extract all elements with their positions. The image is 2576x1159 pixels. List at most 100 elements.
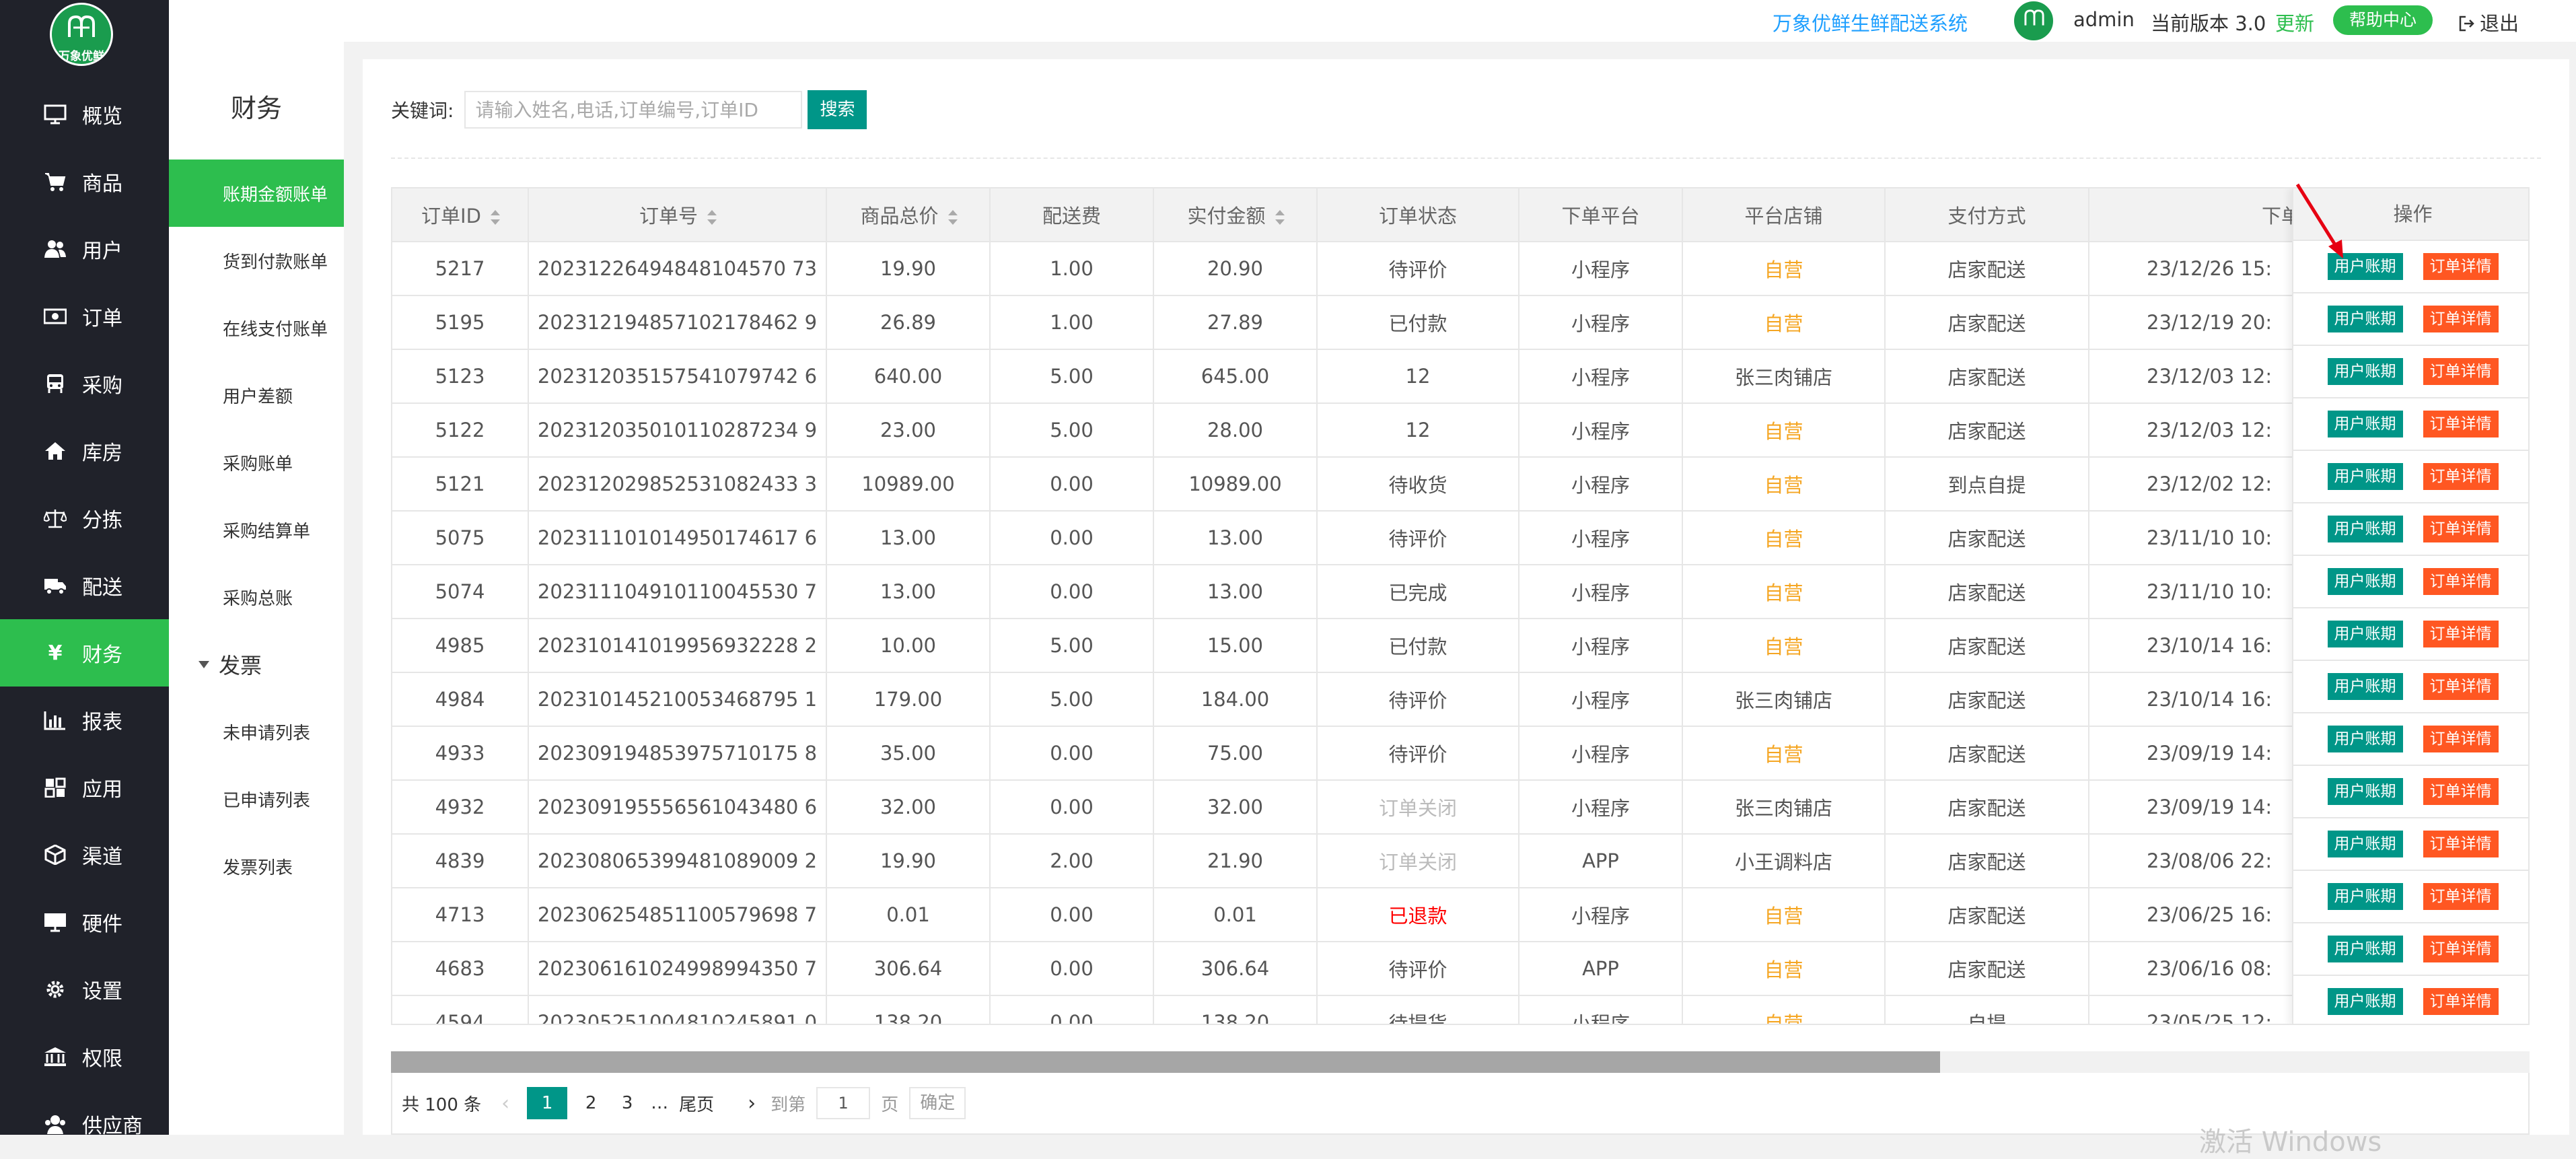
user-account-button[interactable]: 用户账期	[2327, 831, 2403, 857]
nav-item-10[interactable]: 应用	[0, 754, 169, 821]
order-detail-button[interactable]: 订单详情	[2423, 516, 2499, 542]
goto-confirm-button[interactable]: 确定	[909, 1087, 966, 1119]
caret-down-icon	[199, 660, 209, 668]
column-header-5: 订单状态	[1316, 188, 1519, 242]
order-detail-button[interactable]: 订单详情	[2423, 253, 2499, 280]
order-detail-button[interactable]: 订单详情	[2423, 463, 2499, 490]
subnav-item-1[interactable]: 货到付款账单	[169, 227, 344, 294]
nav-item-8[interactable]: ¥ 财务	[0, 619, 169, 687]
cell-store: 自营	[1682, 456, 1886, 512]
nav-item-label: 采购	[82, 374, 122, 398]
update-link[interactable]: 更新	[2275, 8, 2314, 36]
username[interactable]: admin	[2073, 8, 2135, 31]
ops-row: 用户账期 订单详情	[2293, 766, 2528, 818]
page-3-button[interactable]: 3	[614, 1087, 640, 1119]
scrollbar-thumb[interactable]	[391, 1051, 1940, 1073]
search-input[interactable]	[464, 91, 803, 129]
cell-platform: 小程序	[1518, 402, 1683, 458]
nav-item-6[interactable]: 分拣	[0, 485, 169, 552]
column-header-4[interactable]: 实付金额	[1153, 188, 1318, 242]
order-detail-button[interactable]: 订单详情	[2423, 568, 2499, 595]
version-text: 当前版本 3.0	[2151, 12, 2266, 35]
logout-button[interactable]: 退出	[2458, 8, 2519, 36]
order-detail-button[interactable]: 订单详情	[2423, 936, 2499, 962]
subnav-item-0[interactable]: 账期金额账单	[169, 160, 344, 227]
cell-status: 已付款	[1316, 618, 1519, 673]
order-detail-button[interactable]: 订单详情	[2423, 988, 2499, 1015]
user-account-button[interactable]: 用户账期	[2327, 568, 2403, 595]
column-header-2[interactable]: 商品总价	[826, 188, 991, 242]
nav-item-12[interactable]: 硬件	[0, 888, 169, 956]
page-unit: 页	[881, 1094, 899, 1115]
cell-no: 202310145210053468795 1	[528, 672, 827, 727]
next-page-icon[interactable]: ›	[748, 1092, 756, 1115]
order-detail-button[interactable]: 订单详情	[2423, 358, 2499, 385]
cell-status: 已付款	[1316, 295, 1519, 350]
nav-item-5[interactable]: 库房	[0, 417, 169, 485]
subnav-group-invoice[interactable]: 发票	[169, 631, 344, 698]
order-detail-button[interactable]: 订单详情	[2423, 621, 2499, 647]
nav-item-13[interactable]: 设置	[0, 956, 169, 1023]
search-button[interactable]: 搜索	[808, 90, 867, 129]
order-detail-button[interactable]: 订单详情	[2423, 883, 2499, 910]
subnav-item-4[interactable]: 采购账单	[169, 429, 344, 496]
order-detail-button[interactable]: 订单详情	[2423, 673, 2499, 700]
sort-icon[interactable]	[707, 210, 717, 225]
nav-item-7[interactable]: 配送	[0, 552, 169, 619]
avatar[interactable]	[2013, 0, 2054, 42]
help-center-button[interactable]: 帮助中心	[2333, 5, 2433, 35]
goto-page-input[interactable]	[816, 1087, 871, 1119]
nav-item-4[interactable]: 采购	[0, 350, 169, 417]
column-header-1[interactable]: 订单号	[528, 188, 827, 242]
cell-id: 4933	[392, 726, 529, 781]
subnav-invoice-item-0[interactable]: 未申请列表	[169, 698, 344, 765]
nav-item-15[interactable]: 供应商	[0, 1090, 169, 1135]
order-detail-button[interactable]: 订单详情	[2423, 726, 2499, 752]
system-title[interactable]: 万象优鲜生鲜配送系统	[1773, 8, 1968, 36]
subnav-item-6[interactable]: 采购总账	[169, 563, 344, 631]
user-account-button[interactable]: 用户账期	[2327, 883, 2403, 910]
order-detail-button[interactable]: 订单详情	[2423, 411, 2499, 437]
nav-item-3[interactable]: 订单	[0, 283, 169, 350]
user-account-button[interactable]: 用户账期	[2327, 778, 2403, 805]
user-account-button[interactable]: 用户账期	[2327, 411, 2403, 437]
logo[interactable]: 万象优鲜	[50, 3, 113, 66]
user-account-button[interactable]: 用户账期	[2327, 358, 2403, 385]
nav-item-9[interactable]: 报表	[0, 687, 169, 754]
avatar-logo-icon	[2024, 9, 2044, 26]
user-account-button[interactable]: 用户账期	[2327, 726, 2403, 752]
order-detail-button[interactable]: 订单详情	[2423, 831, 2499, 857]
last-page-button[interactable]: 尾页	[679, 1091, 714, 1116]
nav-item-0[interactable]: 概览	[0, 81, 169, 148]
user-account-button[interactable]: 用户账期	[2327, 988, 2403, 1015]
user-account-button[interactable]: 用户账期	[2327, 936, 2403, 962]
prev-page-icon[interactable]: ‹	[501, 1092, 509, 1115]
cell-paid: 27.89	[1153, 295, 1318, 350]
user-account-button[interactable]: 用户账期	[2327, 673, 2403, 700]
user-account-button[interactable]: 用户账期	[2327, 516, 2403, 542]
subnav-invoice-item-2[interactable]: 发票列表	[169, 833, 344, 900]
nav-item-14[interactable]: 权限	[0, 1023, 169, 1090]
ops-row: 用户账期 订单详情	[2293, 556, 2528, 608]
user-account-button[interactable]: 用户账期	[2327, 306, 2403, 332]
subnav-item-2[interactable]: 在线支付账单	[169, 294, 344, 361]
nav-item-11[interactable]: 渠道	[0, 821, 169, 888]
sort-icon[interactable]	[947, 210, 958, 225]
page-2-button[interactable]: 2	[578, 1087, 604, 1119]
order-detail-button[interactable]: 订单详情	[2423, 306, 2499, 332]
nav-item-1[interactable]: 商品	[0, 148, 169, 215]
sort-icon[interactable]	[490, 210, 500, 225]
sort-icon[interactable]	[1275, 210, 1285, 225]
horizontal-scrollbar[interactable]	[391, 1051, 2530, 1073]
subnav-item-3[interactable]: 用户差额	[169, 361, 344, 429]
subnav-item-5[interactable]: 采购结算单	[169, 496, 344, 563]
subnav-invoice-item-1[interactable]: 已申请列表	[169, 765, 344, 833]
column-header-0[interactable]: 订单ID	[392, 188, 529, 242]
cell-pay: 店家配送	[1884, 887, 2089, 942]
nav-item-2[interactable]: 用户	[0, 215, 169, 283]
user-account-button[interactable]: 用户账期	[2327, 621, 2403, 647]
user-account-button[interactable]: 用户账期	[2327, 463, 2403, 490]
page-1-button[interactable]: 1	[527, 1087, 568, 1119]
operations-column: 操作 用户账期 订单详情 用户账期 订单详情 用户账期 订单详情 用户账期 订单详情 用户账期订…	[2292, 188, 2528, 1024]
order-detail-button[interactable]: 订单详情	[2423, 778, 2499, 805]
